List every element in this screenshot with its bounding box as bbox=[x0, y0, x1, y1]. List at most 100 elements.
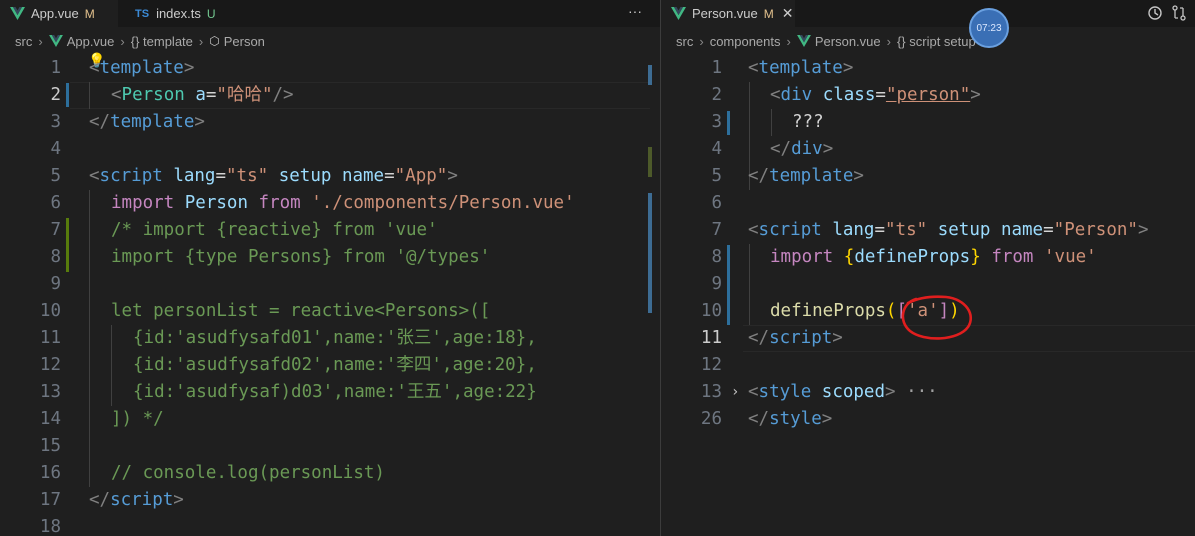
code-line: <div class="person"> bbox=[770, 85, 981, 105]
vue-file-icon bbox=[671, 7, 686, 20]
breadcrumb: src › components › Person.vue › {} scrip… bbox=[661, 27, 1195, 55]
breadcrumb-item[interactable]: App.vue bbox=[67, 34, 115, 49]
code-line: {id:'asudfysafd01',name:'张三',age:18}, bbox=[133, 328, 537, 348]
component-icon: ⬡ bbox=[209, 34, 220, 48]
line-number: 10 bbox=[700, 301, 722, 321]
code-editor-left[interactable]: 💡 1 <template> 2 <Person a="哈哈"/> 3 </templ… bbox=[0, 53, 660, 536]
line-number: 1 bbox=[50, 58, 61, 78]
line-number: 11 bbox=[700, 328, 722, 348]
code-line: </div> bbox=[770, 139, 834, 159]
more-actions-icon[interactable]: ··· bbox=[628, 3, 642, 19]
overview-ruler-mark bbox=[648, 193, 652, 313]
chevron-right-icon: › bbox=[886, 33, 891, 49]
line-number: 2 bbox=[711, 85, 722, 105]
line-number: 14 bbox=[39, 409, 61, 429]
line-number: 16 bbox=[39, 463, 61, 483]
fold-chevron-icon[interactable]: › bbox=[731, 379, 739, 406]
tab-index-ts[interactable]: TS index.ts U bbox=[125, 0, 235, 27]
code-line: /* import {reactive} from 'vue' bbox=[111, 220, 438, 240]
line-number: 4 bbox=[50, 139, 61, 159]
tab-app-vue[interactable]: App.vue M bbox=[0, 0, 118, 27]
code-line: </script> bbox=[748, 328, 843, 348]
code-line: // console.log(personList) bbox=[111, 463, 385, 483]
line-number: 10 bbox=[39, 301, 61, 321]
breadcrumb-item[interactable]: Person.vue bbox=[815, 34, 881, 49]
untracked-badge: U bbox=[206, 6, 216, 21]
line-number: 6 bbox=[50, 193, 61, 213]
vue-file-icon bbox=[48, 35, 63, 47]
line-number: 5 bbox=[711, 166, 722, 186]
modified-badge: M bbox=[84, 6, 95, 21]
right-editor-group: Person.vue M ✕ 07:23 src › components › … bbox=[661, 0, 1195, 536]
line-number: 18 bbox=[39, 517, 61, 536]
code-line: <template> bbox=[748, 58, 854, 78]
breadcrumb-item[interactable]: {} script setup bbox=[897, 34, 976, 49]
line-number: 13 bbox=[39, 382, 61, 402]
line-number: 1 bbox=[711, 58, 722, 78]
modified-badge: M bbox=[763, 6, 774, 21]
code-line: </style> bbox=[748, 409, 833, 429]
line-number: 26 bbox=[700, 409, 722, 429]
tab-label: Person.vue bbox=[692, 6, 758, 21]
red-circle-annotation bbox=[901, 295, 973, 340]
code-line: let personList = reactive<Persons>([ bbox=[111, 301, 491, 321]
line-number: 12 bbox=[700, 355, 722, 375]
overview-ruler-mark bbox=[648, 147, 652, 177]
overview-ruler-mark bbox=[648, 65, 652, 85]
code-line: </template> bbox=[89, 112, 205, 132]
history-icon[interactable] bbox=[1147, 5, 1163, 21]
code-line: {id:'asudfysafd02',name:'李四',age:20}, bbox=[133, 355, 537, 375]
code-line: <template> bbox=[89, 58, 195, 78]
left-editor-group: App.vue M TS index.ts U ··· src › App.vu… bbox=[0, 0, 660, 536]
tab-label: index.ts bbox=[156, 6, 201, 21]
code-line: <script lang="ts" setup name="App"> bbox=[89, 166, 458, 186]
code-editor-right[interactable]: 1 <template> 2 <div class="person"> 3??? 4… bbox=[661, 55, 1195, 536]
vue-file-icon bbox=[10, 7, 25, 20]
line-number: 12 bbox=[39, 355, 61, 375]
code-line: import {type Persons} from '@/types' bbox=[111, 247, 491, 267]
right-tab-bar: Person.vue M ✕ 07:23 bbox=[661, 0, 1195, 48]
code-line: ??? bbox=[792, 112, 824, 132]
breadcrumb: src › App.vue › {} template › ⬡ Person bbox=[0, 27, 660, 55]
line-number: 6 bbox=[711, 193, 722, 213]
line-number: 17 bbox=[39, 490, 61, 510]
chevron-right-icon: › bbox=[699, 33, 704, 49]
close-icon[interactable]: ✕ bbox=[782, 5, 794, 22]
line-number: 8 bbox=[50, 247, 61, 267]
line-number: 8 bbox=[711, 247, 722, 267]
line-number: 3 bbox=[50, 112, 61, 132]
line-number: 9 bbox=[711, 274, 722, 294]
typescript-file-icon: TS bbox=[135, 7, 150, 20]
line-number: 4 bbox=[711, 139, 722, 159]
breadcrumb-item[interactable]: src bbox=[676, 34, 693, 49]
line-number: 7 bbox=[50, 220, 61, 240]
line-number: 13 bbox=[700, 382, 722, 402]
code-line: <style scoped> ··· bbox=[748, 382, 938, 402]
code-line: <script lang="ts" setup name="Person"> bbox=[748, 220, 1149, 240]
code-line: {id:'asudfysaf)d03',name:'王五',age:22} bbox=[133, 382, 537, 402]
line-number: 11 bbox=[39, 328, 61, 348]
line-number: 5 bbox=[50, 166, 61, 186]
chevron-right-icon: › bbox=[786, 33, 791, 49]
code-line: import {defineProps} from 'vue' bbox=[770, 247, 1097, 267]
chevron-right-icon: › bbox=[198, 33, 204, 49]
vue-file-icon bbox=[796, 35, 811, 47]
code-line: import Person from './components/Person.… bbox=[111, 193, 575, 213]
tab-person-vue[interactable]: Person.vue M ✕ bbox=[661, 0, 795, 27]
line-number: 2 bbox=[50, 85, 61, 105]
breadcrumb-item[interactable]: Person bbox=[224, 34, 265, 49]
chevron-right-icon: › bbox=[120, 33, 125, 49]
breadcrumb-item[interactable]: components bbox=[710, 34, 781, 49]
left-tab-bar: App.vue M TS index.ts U ··· bbox=[0, 0, 660, 27]
code-line: </template> bbox=[748, 166, 864, 186]
chevron-right-icon: › bbox=[38, 33, 43, 49]
line-number: 15 bbox=[39, 436, 61, 456]
code-line: </script> bbox=[89, 490, 184, 510]
code-line: ]) */ bbox=[111, 409, 164, 429]
tab-label: App.vue bbox=[31, 6, 79, 21]
breadcrumb-item[interactable]: src bbox=[15, 34, 32, 49]
breadcrumb-item[interactable]: {} template bbox=[131, 34, 193, 49]
line-number: 7 bbox=[711, 220, 722, 240]
timer-badge: 07:23 bbox=[969, 8, 1009, 48]
compare-changes-icon[interactable] bbox=[1171, 5, 1187, 21]
